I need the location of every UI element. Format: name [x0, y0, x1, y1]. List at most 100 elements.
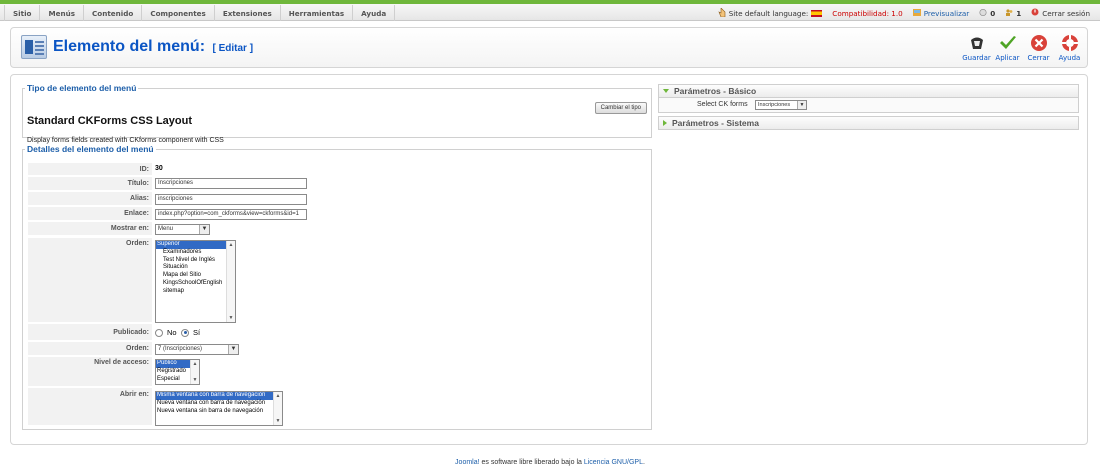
menu-extensiones[interactable]: Extensiones: [215, 5, 281, 21]
type-title: Standard CKForms CSS Layout: [27, 115, 193, 127]
link-input[interactable]: index.php?option=com_ckforms&view=ckform…: [155, 209, 307, 220]
id-value: 30: [155, 165, 163, 172]
pointer-icon: [718, 6, 726, 19]
access-listbox[interactable]: Público Registrado Especial ▲ ▼: [155, 359, 200, 385]
footer-text: es software libre liberado bajo la: [479, 459, 584, 466]
parent-listbox[interactable]: Superior Examinadores Test Nivel de Ingl…: [155, 240, 236, 323]
access-option[interactable]: Público: [156, 360, 190, 368]
toolbar-buttons: Guardar Aplicar Cerrar Ayuda: [961, 34, 1085, 62]
menu-menus[interactable]: Menús: [40, 5, 85, 21]
select-form-dropdown[interactable]: Inscripciones ▼: [755, 100, 807, 110]
radio-off-icon: [155, 328, 163, 337]
scroll-up-icon[interactable]: ▲: [227, 241, 235, 249]
scroll-down-icon[interactable]: ▼: [191, 376, 199, 384]
users-count[interactable]: 1: [1005, 9, 1021, 18]
apply-button[interactable]: Aplicar: [992, 34, 1023, 62]
users-value: 1: [1016, 8, 1022, 18]
details-legend: Detalles del elemento del menú: [27, 144, 154, 154]
parent-option[interactable]: sitemap: [156, 288, 235, 296]
save-button[interactable]: Guardar: [961, 34, 992, 62]
top-menu-bar: Sitio Menús Contenido Componentes Extens…: [0, 0, 1100, 21]
parent-option[interactable]: Mapa del Sitio: [156, 272, 235, 280]
show-on-label: Mostrar en:: [28, 222, 152, 236]
collapsed-arrow-icon: [663, 120, 667, 126]
menu-herramientas[interactable]: Herramientas: [281, 5, 354, 21]
open-in-option[interactable]: Nueva ventana con barra de navegación: [156, 400, 282, 408]
mail-icon: [979, 8, 987, 18]
joomla-link[interactable]: Joomla!: [455, 459, 480, 466]
published-no-label: No: [167, 328, 177, 337]
expanded-arrow-icon: [663, 89, 669, 93]
type-legend: Tipo de elemento del menú: [27, 83, 137, 93]
page-subtitle: [ Editar ]: [212, 43, 254, 54]
parameters-panel: Parámetros - Básico Select CK forms Insc…: [658, 84, 1079, 130]
scroll-down-icon[interactable]: ▼: [227, 314, 235, 322]
order-select[interactable]: 7 (Inscripciones) ▼: [155, 344, 239, 355]
change-type-button[interactable]: Cambiar el tipo: [594, 102, 647, 114]
parent-option[interactable]: KingsSchoolOfEnglish: [156, 280, 235, 288]
messages-value: 0: [990, 8, 996, 18]
published-no-radio[interactable]: No: [155, 328, 177, 337]
help-button[interactable]: Ayuda: [1054, 34, 1085, 62]
close-icon: [1030, 34, 1048, 52]
preview-label: Previsualizar: [923, 8, 970, 18]
preview-link[interactable]: Previsualizar: [912, 8, 970, 18]
header-toolbar: Elemento del menú: [ Editar ] Guardar Ap…: [10, 27, 1088, 68]
parent-option[interactable]: Situación: [156, 264, 235, 272]
help-label: Ayuda: [1058, 54, 1081, 62]
footer: Joomla! es software libre liberado bajo …: [0, 459, 1100, 466]
menu-item-type-section: Tipo de elemento del menú Standard CKFor…: [22, 83, 652, 144]
scroll-up-icon[interactable]: ▲: [191, 360, 199, 368]
alias-label: Alias:: [28, 192, 152, 206]
logout-link[interactable]: Cerrar sesión: [1031, 8, 1090, 18]
access-label: Nivel de acceso:: [28, 357, 152, 387]
params-basic-header[interactable]: Parámetros - Básico: [658, 84, 1079, 98]
open-in-option[interactable]: Misma ventana con barra de navegación: [156, 392, 273, 400]
listbox-scrollbar[interactable]: ▲ ▼: [273, 392, 282, 425]
params-system-title: Parámetros - Sistema: [672, 118, 759, 128]
params-system-header[interactable]: Parámetros - Sistema: [658, 116, 1079, 130]
published-yes-radio[interactable]: Sí: [181, 328, 200, 337]
messages-count[interactable]: 0: [979, 8, 996, 18]
main-content: Tipo de elemento del menú Standard CKFor…: [10, 74, 1088, 445]
save-icon: [968, 34, 986, 52]
listbox-scrollbar[interactable]: ▲ ▼: [226, 241, 235, 322]
menu-componentes[interactable]: Componentes: [142, 5, 215, 21]
open-in-option[interactable]: Nueva ventana sin barra de navegación: [156, 408, 282, 416]
title-input[interactable]: Inscripciones: [155, 178, 307, 189]
compatibility-status: Compatibilidad: 1.0: [832, 8, 903, 18]
site-language[interactable]: Site default language:: [718, 6, 823, 19]
menu-ayuda[interactable]: Ayuda: [353, 5, 396, 21]
open-in-listbox[interactable]: Misma ventana con barra de navegación Nu…: [155, 391, 283, 426]
logout-icon: [1031, 8, 1039, 18]
status-bar: Site default language: Compatibilidad: 1…: [708, 5, 1090, 21]
chevron-down-icon: ▼: [228, 345, 238, 354]
order-label: Orden:: [28, 342, 152, 356]
type-description: Display forms fields created with CKform…: [27, 137, 224, 144]
scroll-up-icon[interactable]: ▲: [274, 392, 282, 400]
scroll-down-icon[interactable]: ▼: [274, 417, 282, 425]
alias-input[interactable]: inscripciones: [155, 194, 307, 205]
show-on-value: Menu: [158, 226, 174, 232]
published-yes-label: Sí: [193, 328, 201, 337]
spain-flag-icon: [811, 9, 823, 17]
show-on-select[interactable]: Menu ▼: [155, 224, 210, 235]
open-in-label: Abrir en:: [28, 388, 152, 426]
close-label: Cerrar: [1027, 54, 1050, 62]
parent-option[interactable]: Examinadores: [156, 249, 235, 257]
page-title: Elemento del menú: [ Editar ]: [53, 38, 253, 56]
select-form-label: Select CK forms: [697, 101, 748, 108]
close-button[interactable]: Cerrar: [1023, 34, 1054, 62]
order-value: 7 (Inscripciones): [158, 346, 203, 352]
license-link[interactable]: Licencia GNU/GPL: [584, 459, 643, 466]
parent-label: Orden:: [28, 238, 152, 323]
parent-option[interactable]: Superior: [156, 241, 226, 249]
menu-contenido[interactable]: Contenido: [84, 5, 143, 21]
main-menu: Sitio Menús Contenido Componentes Extens…: [4, 5, 396, 21]
parent-option[interactable]: Test Nivel de Inglés: [156, 257, 235, 265]
check-icon: [999, 34, 1017, 52]
id-label: ID:: [28, 163, 152, 176]
listbox-scrollbar[interactable]: ▲ ▼: [190, 360, 199, 384]
radio-on-icon: [181, 328, 189, 337]
menu-sitio[interactable]: Sitio: [4, 5, 41, 21]
